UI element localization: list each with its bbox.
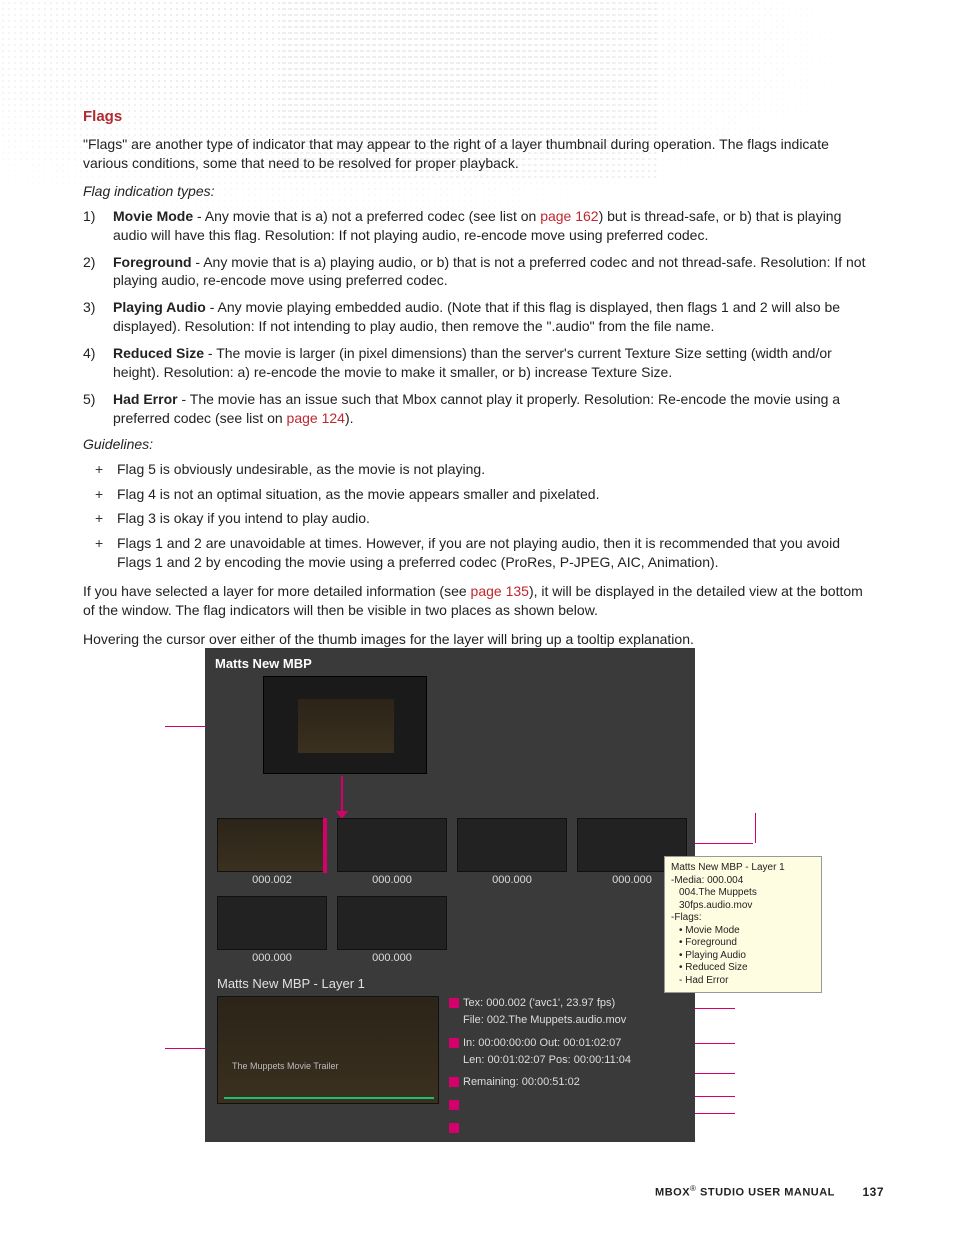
tex-line: Tex: 000.002 ('avc1', 23.97 fps) — [449, 996, 631, 1011]
list-text: Movie Mode - Any movie that is a) not a … — [113, 207, 873, 245]
list-text: Reduced Size - The movie is larger (in p… — [113, 344, 873, 382]
app-window: Matts New MBP 000.002 000.000 000.000 00… — [205, 648, 695, 1142]
output-preview — [263, 676, 427, 774]
window-title: Matts New MBP — [215, 656, 312, 671]
thumb-caption: 000.000 — [337, 952, 447, 964]
thumb-caption: 000.000 — [217, 952, 327, 964]
callout-line — [695, 1008, 735, 1009]
callout-line-vertical — [755, 813, 756, 843]
tooltip-flags-label: -Flags: — [671, 912, 815, 925]
flag-square-icon — [449, 1038, 459, 1048]
tooltip-flag-item: • Movie Mode — [671, 925, 815, 938]
detail-thumb-text: The Muppets Movie Trailer — [232, 1061, 339, 1071]
subhead-guidelines: Guidelines: — [83, 436, 873, 452]
list-number: 5) — [83, 390, 113, 428]
page-link[interactable]: page 124 — [287, 410, 345, 426]
flag-item-3: 3) Playing Audio - Any movie playing emb… — [83, 298, 873, 336]
list-number: 2) — [83, 253, 113, 291]
flag-square-icon — [449, 1123, 459, 1133]
callout-line — [165, 726, 205, 727]
layer-thumbnail[interactable] — [457, 818, 567, 872]
thumb-caption: 000.002 — [217, 874, 327, 886]
tooltip-flag-item: • Reduced Size — [671, 962, 815, 975]
plus-icon: + — [95, 485, 117, 504]
flag-item-2: 2) Foreground - Any movie that is a) pla… — [83, 253, 873, 291]
flag-indicator — [323, 818, 327, 873]
list-number: 1) — [83, 207, 113, 245]
layer-tooltip: Matts New MBP - Layer 1 -Media: 000.004 … — [664, 856, 822, 993]
inout-line: In: 00:00:00:00 Out: 00:01:02:07 — [449, 1036, 631, 1051]
list-text: Had Error - The movie has an issue such … — [113, 390, 873, 428]
subhead-types: Flag indication types: — [83, 183, 873, 199]
detail-layer-title: Matts New MBP - Layer 1 — [217, 976, 365, 991]
footer-title: STUDIO USER MANUAL — [696, 1187, 834, 1199]
tooltip-filename: 004.The Muppets 30fps.audio.mov — [671, 887, 815, 912]
callout-arrow — [341, 776, 343, 814]
tooltip-flag-item: • Playing Audio — [671, 950, 815, 963]
tooltip-media: -Media: 000.004 — [671, 875, 815, 888]
plus-icon: + — [95, 460, 117, 479]
flag-item-1: 1) Movie Mode - Any movie that is a) not… — [83, 207, 873, 245]
layer-row-2: 000.000 000.000 — [217, 896, 683, 966]
plus-icon: + — [95, 509, 117, 528]
page-footer: MBOX® STUDIO USER MANUAL 137 — [655, 1184, 884, 1199]
callout-line — [695, 1113, 735, 1114]
section-heading: Flags — [83, 108, 873, 125]
list-number: 4) — [83, 344, 113, 382]
extra-flag-2 — [449, 1121, 631, 1136]
guideline-item: +Flag 4 is not an optimal situation, as … — [95, 485, 873, 504]
flag-item-4: 4) Reduced Size - The movie is larger (i… — [83, 344, 873, 382]
tooltip-title: Matts New MBP - Layer 1 — [671, 862, 815, 875]
layer-thumbnail[interactable] — [337, 818, 447, 872]
callout-line — [695, 1073, 735, 1074]
flag-square-icon — [449, 998, 459, 1008]
file-line: File: 002.The Muppets.audio.mov — [449, 1013, 631, 1028]
callout-line — [695, 843, 753, 844]
thumb-caption: 000.000 — [457, 874, 567, 886]
guideline-item: +Flag 3 is okay if you intend to play au… — [95, 509, 873, 528]
page-link[interactable]: page 162 — [540, 208, 598, 224]
thumb-caption: 000.000 — [337, 874, 447, 886]
tooltip-flag-item: • Foreground — [671, 937, 815, 950]
extra-flag-1 — [449, 1098, 631, 1113]
paragraph-hover: Hovering the cursor over either of the t… — [83, 630, 873, 649]
paragraph-detail: If you have selected a layer for more de… — [83, 582, 873, 620]
layer-thumbnail[interactable] — [337, 896, 447, 950]
footer-brand: MBOX — [655, 1187, 690, 1199]
detail-info-block: Tex: 000.002 ('avc1', 23.97 fps) File: 0… — [449, 996, 631, 1138]
progress-bar — [224, 1097, 434, 1099]
page-content: Flags "Flags" are another type of indica… — [83, 108, 873, 659]
intro-paragraph: "Flags" are another type of indicator th… — [83, 135, 873, 173]
guideline-item: +Flag 5 is obviously undesirable, as the… — [95, 460, 873, 479]
guideline-item: +Flags 1 and 2 are unavoidable at times.… — [95, 534, 873, 572]
detail-thumbnail[interactable]: The Muppets Movie Trailer — [217, 996, 439, 1104]
layer-row-1: 000.002 000.000 000.000 000.000 — [217, 818, 683, 888]
flag-square-icon — [449, 1077, 459, 1087]
flag-square-icon — [449, 1100, 459, 1110]
list-text: Foreground - Any movie that is a) playin… — [113, 253, 873, 291]
layer-thumbnail[interactable] — [217, 818, 327, 872]
remaining-line: Remaining: 00:00:51:02 — [449, 1075, 631, 1090]
plus-icon: + — [95, 534, 117, 572]
callout-line — [695, 1096, 735, 1097]
callout-line — [165, 1048, 205, 1049]
flag-item-5: 5) Had Error - The movie has an issue su… — [83, 390, 873, 428]
screenshot-figure: Matts New MBP 000.002 000.000 000.000 00… — [205, 648, 695, 1142]
layer-thumbnail[interactable] — [217, 896, 327, 950]
page-link[interactable]: page 135 — [471, 583, 529, 599]
list-number: 3) — [83, 298, 113, 336]
preview-image — [298, 699, 394, 753]
page-number: 137 — [862, 1185, 884, 1199]
guidelines-list: +Flag 5 is obviously undesirable, as the… — [83, 460, 873, 572]
callout-line — [695, 1043, 735, 1044]
lenpos-line: Len: 00:01:02:07 Pos: 00:00:11:04 — [449, 1053, 631, 1068]
tooltip-flag-item: - Had Error — [671, 975, 815, 988]
list-text: Playing Audio - Any movie playing embedd… — [113, 298, 873, 336]
flag-list: 1) Movie Mode - Any movie that is a) not… — [83, 207, 873, 428]
